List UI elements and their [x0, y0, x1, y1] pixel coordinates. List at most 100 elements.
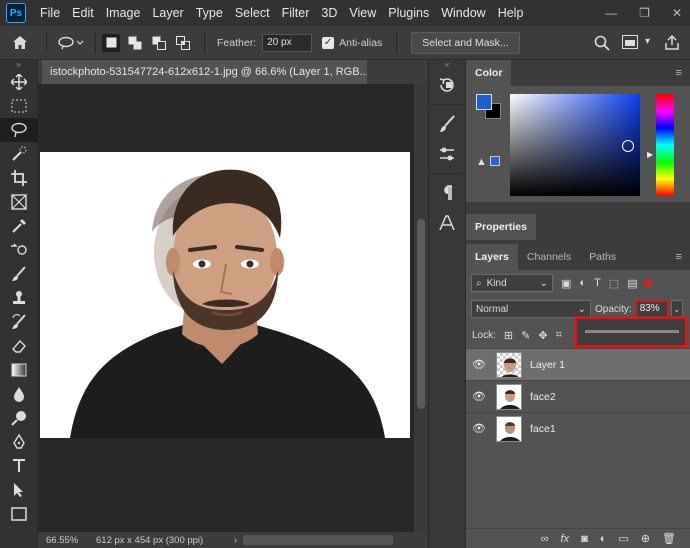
share-icon[interactable] [665, 35, 679, 50]
layer-row[interactable]: 👁 face2 [466, 380, 690, 412]
blur-tool-icon[interactable] [0, 382, 38, 406]
search-icon[interactable] [594, 35, 610, 51]
dodge-tool-icon[interactable] [0, 406, 38, 430]
document-canvas[interactable] [40, 152, 410, 438]
tab-paths[interactable]: Paths [580, 244, 625, 270]
tab-channels[interactable]: Channels [518, 244, 580, 270]
layer-name[interactable]: Layer 1 [530, 359, 565, 371]
adjustments-panel-icon[interactable] [429, 139, 465, 169]
lock-position-icon[interactable]: ✥ [538, 329, 547, 342]
collapse-icon[interactable]: » [0, 60, 37, 70]
path-selection-tool-icon[interactable] [0, 478, 38, 502]
marquee-tool-icon[interactable] [0, 94, 38, 118]
new-layer-icon[interactable]: ⊕ [641, 532, 650, 545]
eyedropper-tool-icon[interactable] [0, 214, 38, 238]
scrollbar-thumb[interactable] [417, 219, 425, 409]
menu-select[interactable]: Select [229, 0, 276, 26]
lock-paint-icon[interactable]: ✎ [521, 329, 530, 342]
visibility-eye-icon[interactable]: 👁 [466, 358, 492, 371]
type-filter-icon[interactable]: T [594, 277, 601, 290]
new-selection-icon[interactable] [102, 33, 120, 52]
healing-brush-tool-icon[interactable] [0, 238, 38, 262]
menu-layer[interactable]: Layer [146, 0, 189, 26]
add-mask-icon[interactable]: ◙ [581, 533, 588, 545]
opacity-slider-track[interactable] [585, 330, 679, 333]
menu-file[interactable]: File [34, 0, 66, 26]
lock-artboard-icon[interactable]: ⌗ [556, 329, 562, 342]
menu-image[interactable]: Image [100, 0, 147, 26]
menu-edit[interactable]: Edit [66, 0, 100, 26]
home-icon[interactable] [0, 35, 40, 50]
crop-tool-icon[interactable] [0, 166, 38, 190]
menu-help[interactable]: Help [492, 0, 530, 26]
antialias-checkbox[interactable]: ✓ [322, 36, 335, 49]
workspace-icon[interactable] [622, 35, 638, 49]
brush-settings-icon[interactable] [429, 109, 465, 139]
layer-row[interactable]: 👁 face1 [466, 412, 690, 444]
hue-slider[interactable] [656, 94, 674, 196]
layer-effects-icon[interactable]: fx [561, 533, 570, 545]
group-layers-icon[interactable]: ▭ [618, 532, 628, 545]
subtract-selection-icon[interactable] [150, 34, 168, 52]
delete-layer-icon[interactable]: 🗑 [662, 532, 676, 545]
foreground-color-swatch[interactable] [476, 94, 492, 110]
add-selection-icon[interactable] [126, 34, 144, 52]
maximize-icon[interactable]: ❐ [639, 6, 650, 20]
shape-filter-icon[interactable]: ⬚ [609, 277, 619, 290]
menu-window[interactable]: Window [435, 0, 491, 26]
visibility-eye-icon[interactable]: 👁 [466, 390, 492, 403]
layer-name[interactable]: face2 [530, 391, 556, 403]
type-tool-icon[interactable] [0, 454, 38, 478]
blend-mode-select[interactable]: Normal ⌄ [471, 300, 591, 318]
menu-type[interactable]: Type [190, 0, 229, 26]
quick-selection-tool-icon[interactable] [0, 142, 38, 166]
tab-color[interactable]: Color [466, 60, 512, 86]
rectangle-tool-icon[interactable] [0, 502, 38, 526]
panel-menu-icon[interactable]: ≡ [676, 67, 682, 79]
history-panel-icon[interactable] [429, 70, 465, 100]
gamut-color-swatch[interactable] [490, 156, 500, 166]
lasso-tool-preset-icon[interactable] [53, 36, 89, 50]
frame-tool-icon[interactable] [0, 190, 38, 214]
opacity-slider-popup[interactable] [574, 316, 688, 348]
intersect-selection-icon[interactable] [174, 34, 192, 52]
tab-properties[interactable]: Properties [466, 214, 536, 240]
color-picker-cursor[interactable] [622, 140, 634, 152]
canvas-area[interactable] [38, 84, 414, 532]
pixel-filter-icon[interactable]: ▣ [561, 277, 571, 290]
gamut-warning-icon[interactable]: ▲ [476, 156, 487, 168]
visibility-eye-icon[interactable]: 👁 [466, 422, 492, 435]
move-tool-icon[interactable] [0, 70, 38, 94]
workspace-chevron-icon[interactable]: ▾ [645, 36, 650, 47]
zoom-level[interactable]: 66.55% [38, 535, 84, 546]
brush-tool-icon[interactable] [0, 262, 38, 286]
lock-transparency-icon[interactable]: ⊞ [504, 329, 513, 342]
menu-plugins[interactable]: Plugins [382, 0, 435, 26]
minimize-icon[interactable]: — [605, 6, 617, 20]
layer-row[interactable]: 👁 Layer 1 [466, 348, 690, 380]
eraser-tool-icon[interactable] [0, 334, 38, 358]
document-tab[interactable]: istockphoto-531547724-612x612-1.jpg @ 66… [42, 60, 367, 84]
kind-filter-select[interactable]: ⌕ Kind ⌄ [471, 274, 553, 292]
horizontal-scrollbar[interactable] [243, 535, 394, 545]
feather-input[interactable]: 20 px [262, 33, 313, 52]
clone-stamp-tool-icon[interactable] [0, 286, 38, 310]
status-chevron-icon[interactable]: › [234, 535, 237, 546]
color-picker-field[interactable] [510, 94, 640, 196]
paragraph-panel-icon[interactable] [429, 178, 465, 208]
pen-tool-icon[interactable] [0, 430, 38, 454]
layer-name[interactable]: face1 [530, 423, 556, 435]
adjustment-layer-icon[interactable]: ◐ [600, 533, 607, 545]
gradient-tool-icon[interactable] [0, 358, 38, 382]
tab-layers[interactable]: Layers [466, 244, 518, 270]
canvas-vertical-scrollbar[interactable] [414, 84, 428, 532]
menu-view[interactable]: View [343, 0, 382, 26]
hue-pointer-icon[interactable]: ▶ [647, 150, 653, 159]
lasso-tool-icon[interactable] [0, 118, 38, 142]
menu-3d[interactable]: 3D [315, 0, 343, 26]
filter-toggle-icon[interactable] [643, 279, 652, 287]
close-icon[interactable]: ✕ [672, 6, 682, 20]
link-layers-icon[interactable]: ∞ [541, 533, 549, 545]
adjustment-filter-icon[interactable]: ◐ [579, 277, 586, 290]
select-and-mask-button[interactable]: Select and Mask... [411, 31, 520, 54]
